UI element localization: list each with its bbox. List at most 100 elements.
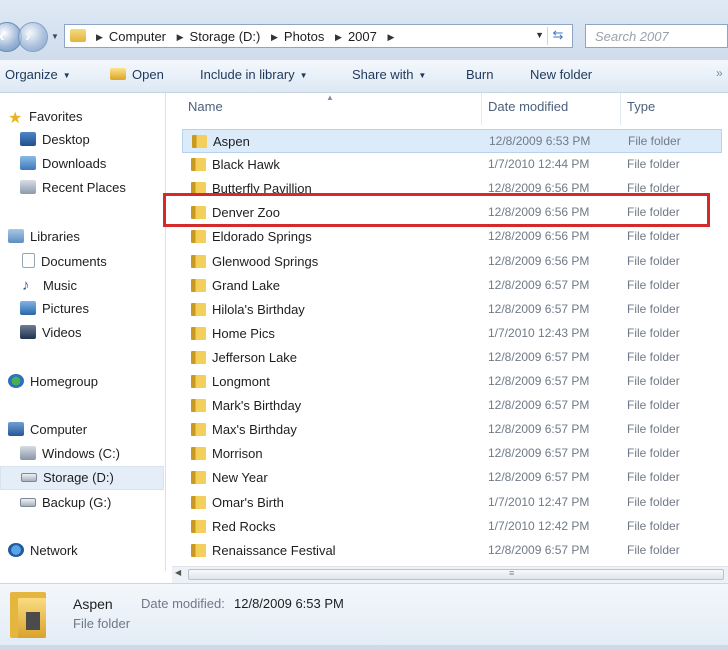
nav-homegroup[interactable]: Homegroup — [8, 374, 98, 389]
column-divider[interactable] — [481, 93, 482, 125]
breadcrumb-separator-icon[interactable]: ▶ — [271, 32, 278, 42]
folder-icon — [191, 302, 206, 316]
row-type: File folder — [627, 349, 680, 364]
open-label: Open — [132, 67, 164, 82]
row-name: New Year — [212, 470, 268, 486]
nav-music[interactable]: ♪ Music — [22, 277, 77, 294]
nav-label: Windows (C:) — [42, 446, 121, 461]
row-name: Black Hawk — [212, 157, 280, 173]
row-date-modified: 12/8/2009 6:57 PM — [488, 374, 590, 388]
documents-icon — [22, 253, 35, 268]
table-row[interactable]: Renaissance Festival 12/8/2009 6:57 PM Fil… — [182, 539, 722, 563]
table-row[interactable]: Eldorado Springs 12/8/2009 6:56 PM File fo… — [182, 225, 722, 249]
nav-videos[interactable]: Videos — [20, 325, 82, 340]
refresh-icon[interactable]: ⇆ — [547, 27, 568, 45]
nav-documents[interactable]: Documents — [22, 253, 107, 269]
breadcrumb-separator-icon[interactable]: ▶ — [387, 32, 394, 42]
open-button[interactable]: Open — [110, 67, 164, 82]
nav-recent-places[interactable]: Recent Places — [20, 180, 126, 195]
include-label: Include in library — [200, 67, 295, 82]
table-row[interactable]: Hilola's Birthday 12/8/2009 6:57 PM File f… — [182, 298, 722, 322]
row-date-modified: 12/8/2009 6:57 PM — [488, 470, 590, 485]
file-list: Name ▲ Date modified Type Aspen 12/8/2009… — [166, 93, 728, 571]
nav-label: Storage (D:) — [43, 470, 114, 485]
breadcrumb-separator-icon[interactable]: ▶ — [96, 32, 103, 42]
row-date-modified: 12/8/2009 6:57 PM — [488, 398, 590, 413]
share-with-button[interactable]: Share with ▼ — [352, 67, 426, 82]
table-row[interactable]: Max's Birthday 12/8/2009 6:57 PM File fold… — [182, 418, 722, 442]
nav-windows-drive[interactable]: Windows (C:) — [20, 446, 120, 461]
nav-label: Desktop — [42, 132, 90, 147]
nav-storage-drive[interactable]: Storage (D:) — [0, 466, 164, 490]
homegroup-icon — [8, 374, 24, 388]
scroll-left-icon[interactable]: ◀ — [175, 568, 181, 577]
row-date-modified: 12/8/2009 6:53 PM — [489, 134, 591, 148]
table-row[interactable]: Jefferson Lake 12/8/2009 6:57 PM File fold… — [182, 346, 722, 370]
nav-pictures[interactable]: Pictures — [20, 301, 89, 316]
breadcrumb-storage[interactable]: Storage (D:) — [190, 29, 261, 44]
row-date-modified: 1/7/2010 12:44 PM — [488, 157, 590, 172]
breadcrumb-computer[interactable]: Computer — [109, 29, 166, 44]
nav-libraries[interactable]: Libraries — [8, 229, 80, 244]
computer-icon — [8, 422, 24, 436]
row-date-modified: 12/8/2009 6:57 PM — [488, 542, 590, 557]
row-date-modified: 12/8/2009 6:56 PM — [488, 253, 590, 268]
window-bottom-edge — [0, 645, 728, 650]
drive-icon — [20, 498, 36, 507]
table-row[interactable]: Mark's Birthday 12/8/2009 6:57 PM File fol… — [182, 394, 722, 418]
folder-icon — [192, 135, 207, 148]
row-type: File folder — [627, 470, 680, 485]
breadcrumb-separator-icon[interactable]: ▶ — [335, 32, 342, 42]
table-row[interactable]: Grand Lake 12/8/2009 6:57 PM File folder — [182, 274, 722, 298]
column-header-date-modified[interactable]: Date modified — [488, 99, 568, 114]
new-folder-button[interactable]: New folder — [530, 67, 592, 82]
recent-pages-dropdown-icon[interactable]: ▼ — [51, 32, 59, 41]
organize-button[interactable]: Organize ▼ — [5, 67, 71, 82]
folder-icon — [191, 543, 206, 557]
table-row[interactable]: Black Hawk 1/7/2010 12:44 PM File folder — [182, 153, 722, 177]
pictures-icon — [20, 301, 36, 315]
explorer-window: ‹ › ▼ ▶ Computer ▶ Storage (D:) ▶ Photos ▶ 2… — [0, 0, 728, 650]
nav-desktop[interactable]: Desktop — [20, 132, 90, 147]
search-input[interactable]: Search 2007 — [585, 24, 728, 48]
nav-label: Network — [30, 543, 78, 558]
table-row[interactable]: Aspen 12/8/2009 6:53 PM File folder — [182, 129, 722, 153]
navigation-pane: ★ Favorites Desktop Downloads Recent Plac… — [0, 93, 166, 571]
table-row[interactable]: New Year 12/8/2009 6:57 PM File folder — [182, 466, 722, 490]
column-header-name[interactable]: Name — [188, 99, 223, 114]
breadcrumb-2007[interactable]: 2007 — [348, 29, 377, 44]
row-name: Max's Birthday — [212, 422, 297, 438]
row-date-modified: 1/7/2010 12:42 PM — [488, 518, 590, 533]
nav-favorites[interactable]: ★ Favorites — [8, 108, 82, 127]
table-row[interactable]: Glenwood Springs 12/8/2009 6:56 PM File fo… — [182, 250, 722, 274]
open-icon — [110, 68, 126, 80]
table-row[interactable]: Home Pics 1/7/2010 12:43 PM File folder — [182, 322, 722, 346]
nav-backup-drive[interactable]: Backup (G:) — [20, 495, 111, 510]
forward-button[interactable]: › — [18, 22, 48, 52]
scrollbar-thumb[interactable]: ≡ — [188, 568, 724, 580]
include-in-library-button[interactable]: Include in library ▼ — [200, 67, 308, 82]
column-header-type[interactable]: Type — [627, 99, 655, 114]
horizontal-scrollbar[interactable]: ◀ ≡ — [172, 566, 728, 583]
table-row[interactable]: Red Rocks 1/7/2010 12:42 PM File folder — [182, 515, 722, 539]
breadcrumb-photos[interactable]: Photos — [284, 29, 324, 44]
table-row[interactable]: Morrison 12/8/2009 6:57 PM File folder — [182, 442, 722, 466]
breadcrumb-separator-icon[interactable]: ▶ — [177, 32, 184, 42]
nav-network[interactable]: Network — [8, 543, 78, 558]
details-name: Aspen — [73, 596, 113, 612]
more-options-icon[interactable]: » — [716, 66, 728, 84]
table-row[interactable]: Longmont 12/8/2009 6:57 PM File folder — [182, 370, 722, 394]
drive-icon — [21, 473, 37, 482]
column-divider[interactable] — [620, 93, 621, 125]
address-bar[interactable]: ▶ Computer ▶ Storage (D:) ▶ Photos ▶ 2007 ▶ … — [64, 24, 573, 48]
row-type: File folder — [627, 301, 680, 316]
nav-label: Music — [43, 278, 77, 293]
burn-button[interactable]: Burn — [466, 67, 493, 82]
address-dropdown-icon[interactable]: ▼ — [535, 30, 544, 40]
chevron-down-icon: ▼ — [418, 71, 427, 80]
table-row[interactable]: Omar's Birth 1/7/2010 12:47 PM File folder — [182, 491, 722, 515]
nav-computer[interactable]: Computer — [8, 422, 87, 437]
forward-arrow-icon: › — [25, 26, 31, 45]
row-name: Eldorado Springs — [212, 229, 312, 245]
nav-downloads[interactable]: Downloads — [20, 156, 106, 171]
